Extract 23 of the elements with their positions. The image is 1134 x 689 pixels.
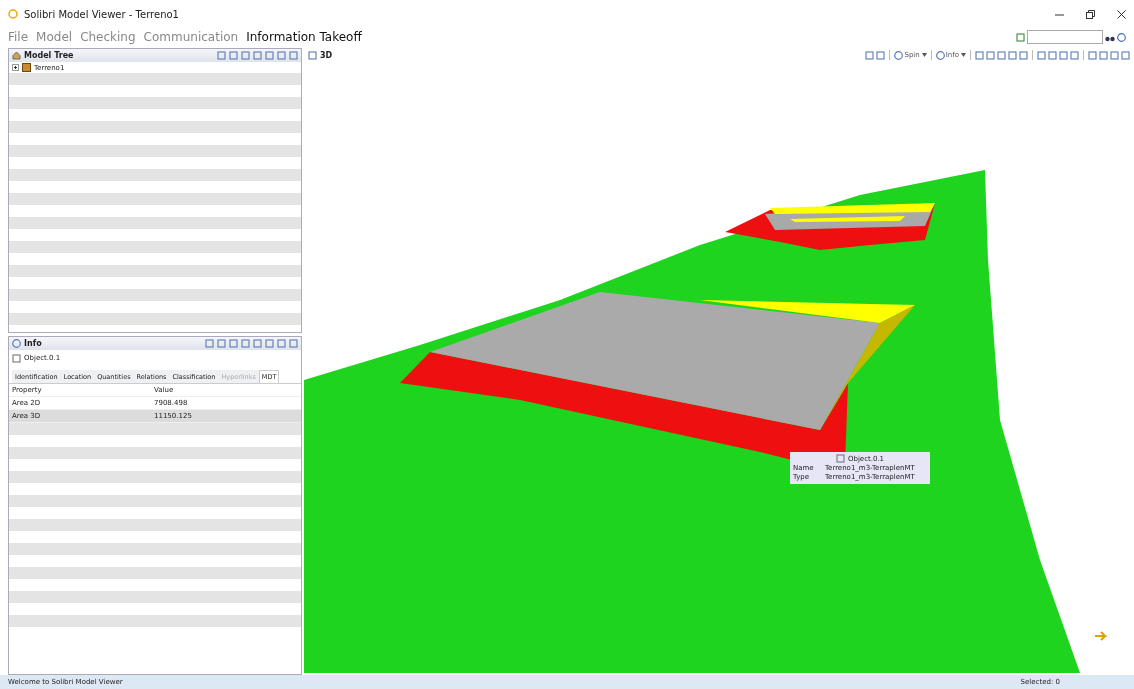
menu-item[interactable]: Model bbox=[36, 30, 73, 44]
menu-item[interactable]: Checking bbox=[80, 30, 136, 44]
app-logo-icon bbox=[8, 9, 18, 19]
restore-button[interactable] bbox=[1086, 9, 1095, 19]
view-title: 3D bbox=[320, 50, 333, 60]
building-icon bbox=[22, 63, 31, 72]
caret-icon[interactable] bbox=[921, 53, 927, 57]
caret-icon[interactable] bbox=[961, 53, 966, 57]
window-title: Solibri Model Viewer - Terreno1 bbox=[24, 8, 179, 20]
search-field[interactable] bbox=[1027, 30, 1103, 44]
menu-item[interactable]: Information Takeoff bbox=[246, 30, 362, 44]
info-icon bbox=[12, 339, 21, 348]
house-icon bbox=[12, 51, 21, 60]
panel-title: Info bbox=[24, 339, 42, 348]
close-button[interactable] bbox=[1117, 9, 1126, 19]
expand-icon[interactable] bbox=[12, 64, 19, 71]
layout-icon[interactable] bbox=[1016, 32, 1025, 42]
toolbar-icon bbox=[935, 50, 945, 60]
menu-item[interactable]: File bbox=[8, 30, 29, 44]
panel-title: Model Tree bbox=[24, 51, 74, 60]
object-icon bbox=[835, 454, 845, 463]
menu-item[interactable]: Communication bbox=[143, 30, 239, 44]
object-icon bbox=[12, 353, 21, 363]
